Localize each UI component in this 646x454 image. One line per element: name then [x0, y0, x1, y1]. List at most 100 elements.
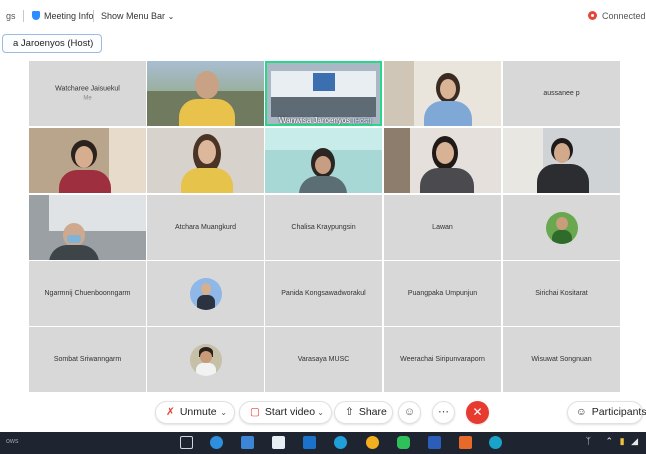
- participant-video-tile[interactable]: [147, 128, 264, 193]
- participant-avatar-tile[interactable]: [503, 195, 620, 260]
- participant-name: Ngarmnij Chuenboonngarm: [44, 289, 131, 297]
- participant-tile-ngarmnij[interactable]: Ngarmnij Chuenboonngarm: [29, 261, 146, 326]
- participant-video-tile[interactable]: [29, 128, 146, 193]
- participant-tile-lawan[interactable]: Lawan: [384, 195, 501, 260]
- participant-body: [49, 245, 99, 260]
- task-view-icon[interactable]: [180, 436, 193, 449]
- top-bar: gs Meeting Info Show Menu Bar ⌄ Connecte…: [0, 6, 646, 28]
- meeting-controls-bar: ✗ Unmute ⌄ ▢ Start video ⌄ ⇧ Share ☺ ⋯ ✕ ☺ P…: [0, 396, 646, 430]
- reactions-button[interactable]: ☺: [398, 401, 421, 424]
- video-background: [384, 128, 410, 193]
- system-tray[interactable]: ᛉ ⌃ ▮ ◢: [586, 436, 638, 447]
- participant-tile-watcharee[interactable]: Watcharee Jaisuekul Me: [29, 61, 146, 126]
- participant-tile-atchara[interactable]: Atchara Muangkurd: [147, 195, 264, 260]
- top-bar-clipped-item[interactable]: gs: [6, 11, 16, 21]
- chevron-down-icon[interactable]: ⌄: [317, 402, 324, 423]
- edge-legacy-icon[interactable]: [210, 436, 223, 449]
- taskbar-clipped-label: ows: [6, 438, 19, 445]
- participant-face: [440, 79, 456, 99]
- zoom-app-icon[interactable]: [489, 436, 502, 449]
- participants-button[interactable]: ☺ Participants: [567, 401, 646, 424]
- word-icon[interactable]: [428, 436, 441, 449]
- windows-taskbar: ows ᛉ ⌃ ▮ ◢: [0, 432, 646, 454]
- participant-tile-weerachai[interactable]: Weerachai Siripunvaraporn: [384, 327, 501, 392]
- participant-video-tile[interactable]: [147, 61, 264, 126]
- person-icon: ☺: [576, 406, 587, 418]
- video-background: [109, 128, 146, 193]
- smiley-icon: ☺: [403, 406, 416, 418]
- participant-face: [75, 146, 93, 168]
- zoom-meeting-window: gs Meeting Info Show Menu Bar ⌄ Connecte…: [0, 0, 646, 454]
- meeting-info-button[interactable]: Meeting Info: [32, 11, 94, 21]
- share-button[interactable]: ⇧ Share: [334, 401, 393, 424]
- video-background: [271, 97, 376, 117]
- meeting-info-label: Meeting Info: [44, 11, 94, 21]
- active-speaker-tag: a Jaroenyos (Host): [2, 34, 103, 53]
- mail-icon[interactable]: [303, 436, 316, 449]
- edge-icon[interactable]: [334, 436, 347, 449]
- participant-body: [59, 170, 111, 193]
- show-menu-bar-label: Show Menu Bar: [101, 11, 166, 21]
- avatar-face: [199, 350, 212, 363]
- unmute-button[interactable]: ✗ Unmute ⌄: [155, 401, 235, 424]
- participant-name: Chalisa Kraypungsin: [291, 223, 356, 231]
- participant-tile-wanwisa[interactable]: Wanwisa Jaroenyos (Host): [265, 61, 382, 126]
- top-bar-divider: [23, 10, 24, 22]
- participant-tile-aussanee[interactable]: aussanee p: [503, 61, 620, 126]
- participant-tile-sirichai[interactable]: Sirichai Kositarat: [503, 261, 620, 326]
- participant-body: [179, 99, 235, 126]
- avatar: [545, 211, 578, 244]
- line-icon[interactable]: [397, 436, 410, 449]
- participant-avatar-tile[interactable]: [147, 261, 264, 326]
- participant-face: [198, 140, 216, 164]
- participant-name: Weerachai Siripunvaraporn: [400, 355, 485, 363]
- start-video-label: Start video: [264, 406, 316, 418]
- share-label: Share: [358, 406, 387, 418]
- participant-video-tile[interactable]: [265, 128, 382, 193]
- participant-face: [315, 156, 331, 174]
- avatar-body: [195, 362, 216, 376]
- video-background: [49, 195, 146, 231]
- leave-meeting-button[interactable]: ✕: [466, 401, 489, 424]
- show-menu-bar-button[interactable]: Show Menu Bar ⌄: [101, 11, 174, 21]
- host-label: (Host): [352, 118, 372, 125]
- participant-face: [554, 143, 570, 163]
- participant-tile-puangpaka[interactable]: Puangpaka Umpunjun: [384, 261, 501, 326]
- chevron-down-icon[interactable]: ⌄: [220, 402, 227, 423]
- participant-body: [181, 168, 233, 193]
- chrome-icon[interactable]: [366, 436, 379, 449]
- participant-video-tile[interactable]: [384, 61, 501, 126]
- participant-name: Sombat Sriwanngarm: [53, 355, 122, 363]
- participant-tile-sombat[interactable]: Sombat Sriwanngarm: [29, 327, 146, 392]
- avatar: [189, 277, 222, 310]
- participant-name-label: Watcharee Jaisuekul: [55, 84, 120, 92]
- participant-name: Puangpaka Umpunjun: [407, 289, 478, 297]
- share-icon: ⇧: [345, 406, 354, 418]
- file-explorer-icon[interactable]: [241, 436, 254, 449]
- store-icon[interactable]: [272, 436, 285, 449]
- participant-tile-wisuwat[interactable]: Wisuwat Songnuan: [503, 327, 620, 392]
- participant-tile-panida[interactable]: Panida Kongsawadworakul: [265, 261, 382, 326]
- avatar-face: [200, 282, 211, 295]
- video-background: [265, 128, 382, 150]
- app-icon[interactable]: [459, 436, 472, 449]
- shield-icon: [32, 11, 40, 20]
- microphone-muted-icon: ✗: [166, 406, 175, 418]
- participant-face: [195, 71, 219, 99]
- video-off-icon: ▢: [250, 406, 260, 418]
- participant-avatar-tile[interactable]: [147, 327, 264, 392]
- participant-video-tile[interactable]: [503, 128, 620, 193]
- more-icon: ⋯: [438, 406, 449, 418]
- participant-video-tile[interactable]: [29, 195, 146, 260]
- people-icon: ᛉ: [585, 436, 592, 446]
- connection-status[interactable]: Connected: [588, 11, 646, 21]
- more-options-button[interactable]: ⋯: [432, 401, 455, 424]
- participant-tile-varasaya[interactable]: Varasaya MUSC: [265, 327, 382, 392]
- participants-label: Participants: [591, 406, 646, 418]
- participant-tile-chalisa[interactable]: Chalisa Kraypungsin: [265, 195, 382, 260]
- face-mask: [67, 235, 81, 243]
- participant-name: Varasaya MUSC: [297, 355, 350, 363]
- participant-name: Sirichai Kositarat: [535, 289, 588, 297]
- start-video-button[interactable]: ▢ Start video ⌄: [239, 401, 332, 424]
- participant-video-tile[interactable]: [384, 128, 501, 193]
